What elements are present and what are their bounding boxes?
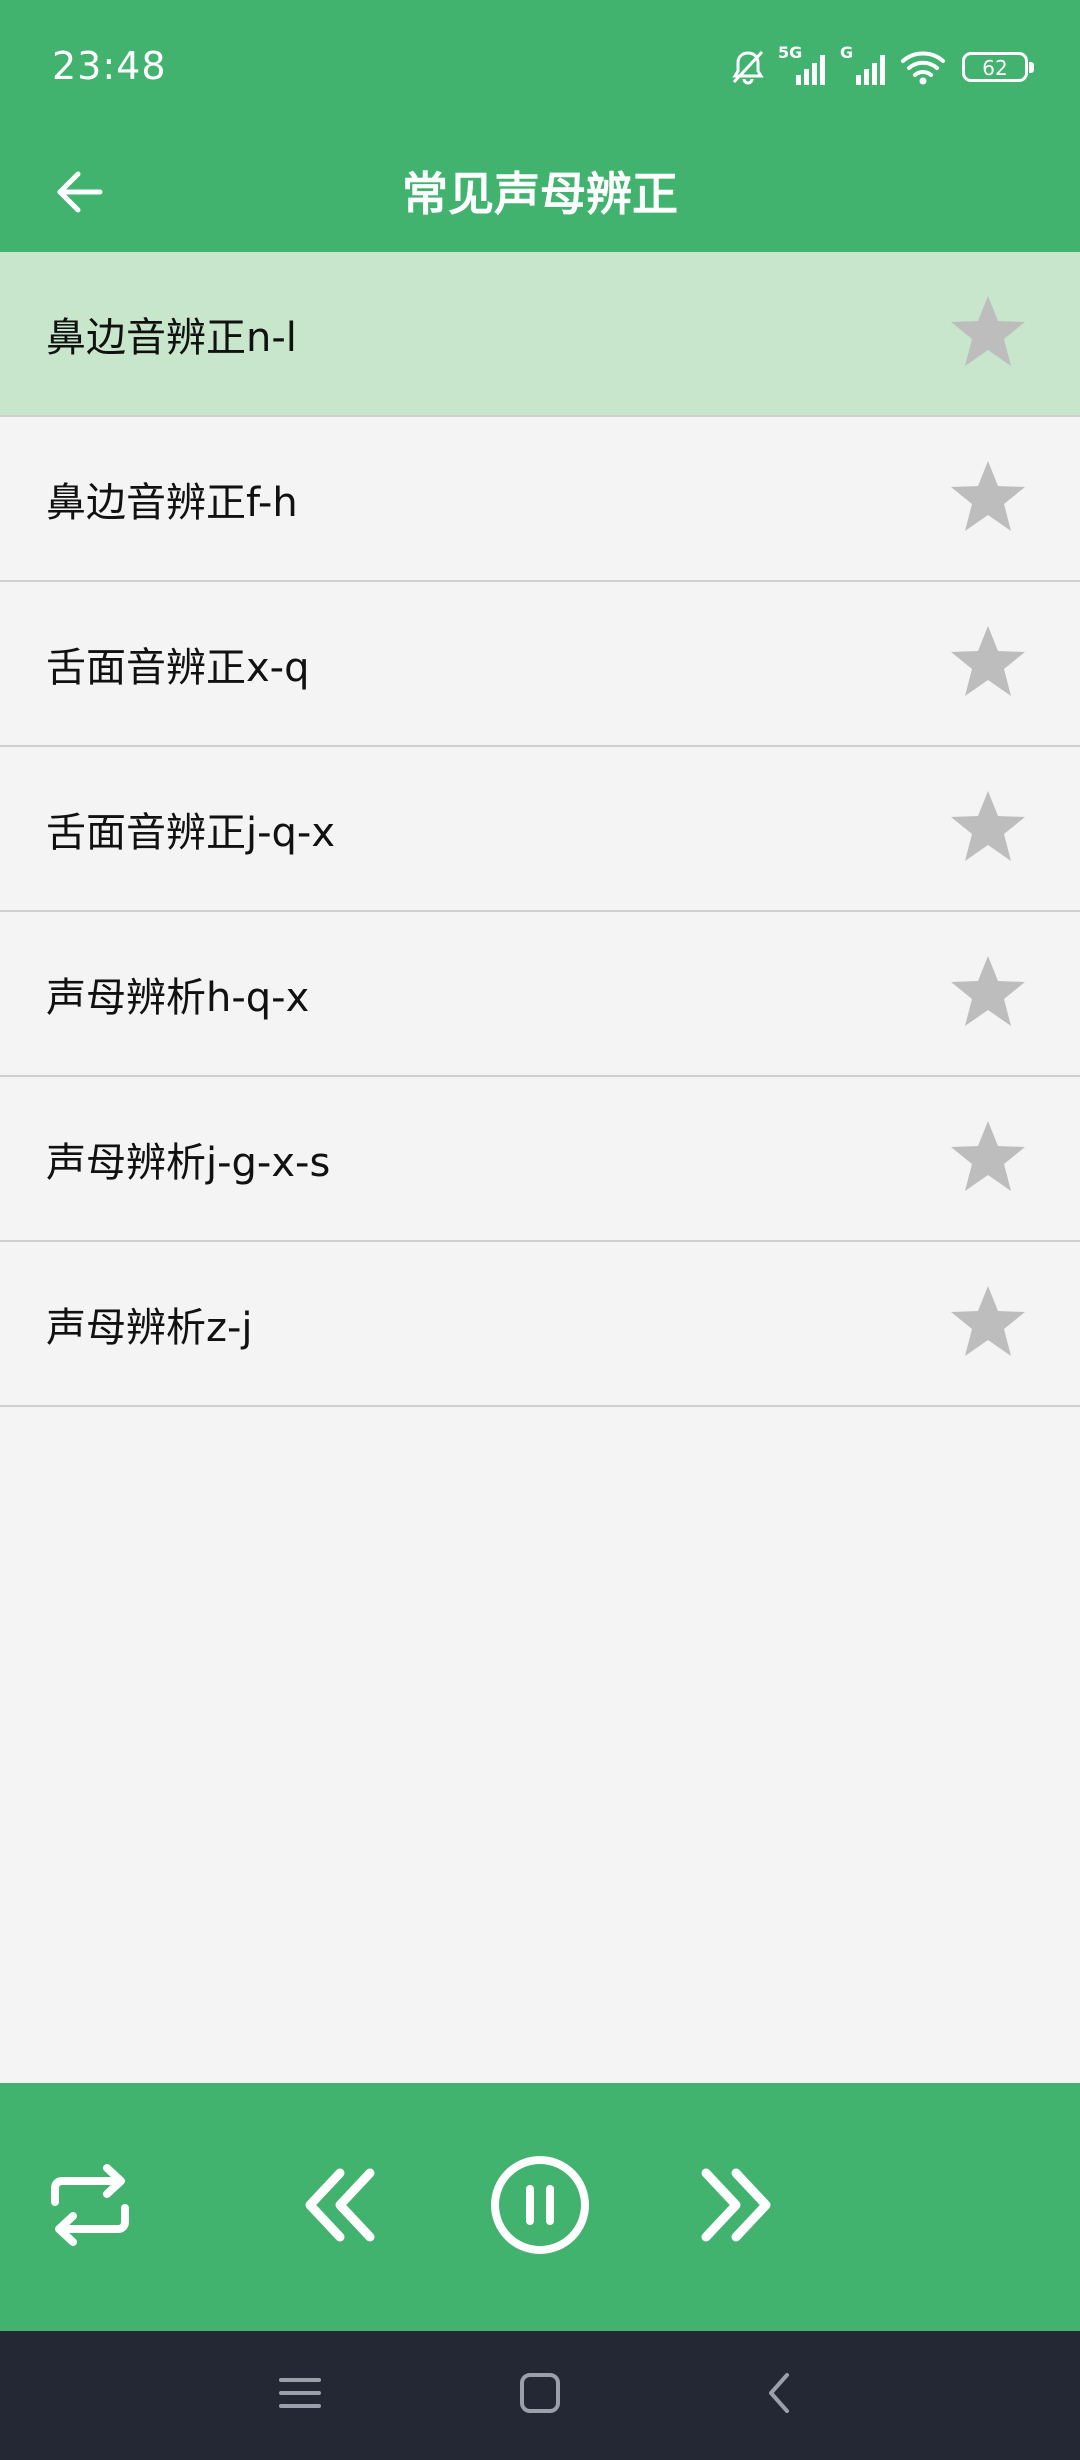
repeat-button[interactable] <box>40 2157 140 2257</box>
previous-button[interactable] <box>290 2157 390 2257</box>
signal-5g-icon: 5G <box>778 43 830 87</box>
list-item-label: 鼻边音辨正n-l <box>46 314 297 361</box>
status-time: 23:48 <box>52 44 167 88</box>
home-icon <box>517 2370 563 2420</box>
list-item[interactable]: 舌面音辨正x-q <box>0 582 1080 747</box>
list-item[interactable]: 声母辨析z-j <box>0 1242 1080 1407</box>
signal-g-icon: G <box>840 43 890 87</box>
list-item-label: 声母辨析z-j <box>46 1304 253 1351</box>
wifi-icon <box>900 47 946 87</box>
star-icon <box>948 622 1028 706</box>
star-icon <box>948 1117 1028 1201</box>
page-title: 常见声母辨正 <box>402 167 678 221</box>
pause-button[interactable] <box>484 2155 596 2259</box>
star-icon <box>948 292 1028 376</box>
star-icon <box>948 457 1028 541</box>
menu-button[interactable] <box>260 2355 340 2435</box>
network-g-label: G <box>840 43 854 62</box>
favorite-button[interactable] <box>946 787 1030 871</box>
favorite-button[interactable] <box>946 1282 1030 1366</box>
pause-icon <box>488 2153 592 2261</box>
app-header: 23:48 5G G 62 常见声母辨正 <box>0 0 1080 252</box>
menu-icon <box>277 2370 323 2420</box>
list-item-label: 声母辨析h-q-x <box>46 974 310 1021</box>
list-item-label: 舌面音辨正j-q-x <box>46 809 336 856</box>
player-controls <box>0 2083 1080 2331</box>
star-icon <box>948 1282 1028 1366</box>
system-navigation-bar <box>0 2331 1080 2460</box>
star-icon <box>948 952 1028 1036</box>
network-5g-label: 5G <box>778 43 803 62</box>
mute-bell-icon <box>728 47 768 87</box>
next-button[interactable] <box>686 2157 786 2257</box>
lesson-list: 鼻边音辨正n-l 鼻边音辨正f-h 舌面音辨正x-q 舌面音辨正j-q-x 声母… <box>0 252 1080 1407</box>
list-item-label: 鼻边音辨正f-h <box>46 479 298 526</box>
previous-icon <box>298 2163 382 2251</box>
battery-level: 62 <box>982 56 1008 80</box>
status-bar: 23:48 5G G 62 <box>0 0 1080 136</box>
favorite-button[interactable] <box>946 457 1030 541</box>
favorite-button[interactable] <box>946 622 1030 706</box>
list-item[interactable]: 鼻边音辨正f-h <box>0 417 1080 582</box>
list-item-label: 舌面音辨正x-q <box>46 644 310 691</box>
list-item[interactable]: 声母辨析h-q-x <box>0 912 1080 1077</box>
title-bar: 常见声母辨正 <box>0 136 1080 252</box>
list-item[interactable]: 声母辨析j-g-x-s <box>0 1077 1080 1242</box>
star-icon <box>948 787 1028 871</box>
list-item[interactable]: 鼻边音辨正n-l <box>0 252 1080 417</box>
status-icons: 5G G 62 <box>728 42 1034 92</box>
favorite-button[interactable] <box>946 292 1030 376</box>
battery-icon: 62 <box>962 52 1034 82</box>
favorite-button[interactable] <box>946 1117 1030 1201</box>
next-icon <box>694 2163 778 2251</box>
system-back-button[interactable] <box>740 2355 820 2435</box>
list-item[interactable]: 舌面音辨正j-q-x <box>0 747 1080 912</box>
home-button[interactable] <box>500 2355 580 2435</box>
favorite-button[interactable] <box>946 952 1030 1036</box>
chevron-left-icon <box>757 2370 803 2420</box>
repeat-icon <box>43 2158 137 2256</box>
list-item-label: 声母辨析j-g-x-s <box>46 1139 331 1186</box>
